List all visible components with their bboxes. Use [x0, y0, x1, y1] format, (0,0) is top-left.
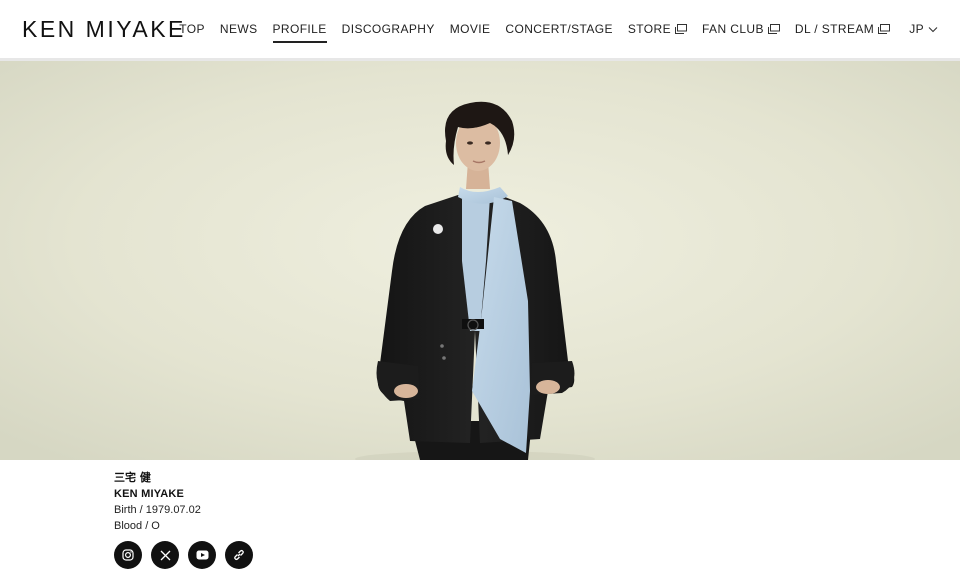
blood-type: Blood / O	[114, 520, 160, 532]
artist-name-japanese: 三宅 健	[114, 471, 151, 484]
nav-top-label: TOP	[179, 22, 205, 36]
site-header: KEN MIYAKE TOP NEWS PROFILE DISCOGRAPHY …	[0, 0, 960, 58]
site-logo[interactable]: KEN MIYAKE	[22, 16, 186, 43]
main-nav: TOP NEWS PROFILE DISCOGRAPHY MOVIE CONCE…	[179, 0, 938, 58]
nav-discography-label: DISCOGRAPHY	[341, 22, 435, 36]
external-window-icon	[674, 24, 687, 34]
profile-info: 三宅 健 KEN MIYAKE Birth / 1979.07.02 Blood…	[114, 470, 201, 534]
nav-concert-stage[interactable]: CONCERT/STAGE	[505, 22, 612, 36]
instagram-link[interactable]	[114, 541, 142, 569]
nav-dl-stream[interactable]: DL / STREAM	[794, 22, 891, 36]
x-link[interactable]	[151, 541, 179, 569]
language-selector[interactable]: JP	[909, 22, 938, 36]
nav-concert-stage-label: CONCERT/STAGE	[505, 22, 613, 36]
language-label: JP	[909, 22, 924, 36]
chevron-down-icon	[928, 22, 938, 36]
artist-portrait-illustration	[0, 61, 960, 460]
nav-news[interactable]: NEWS	[220, 22, 258, 36]
profile-hero-photo	[0, 61, 960, 460]
nav-fan-club[interactable]: FAN CLUB	[702, 22, 780, 36]
social-links	[114, 541, 253, 569]
nav-profile[interactable]: PROFILE	[272, 22, 327, 43]
nav-movie-label: MOVIE	[449, 22, 491, 36]
nav-store[interactable]: STORE	[628, 22, 687, 36]
external-window-icon	[767, 24, 780, 34]
nav-store-label: STORE	[627, 22, 671, 36]
nav-fan-club-label: FAN CLUB	[701, 22, 764, 36]
nav-dl-stream-label: DL / STREAM	[794, 22, 875, 36]
x-icon	[160, 550, 171, 561]
nav-profile-label: PROFILE	[272, 22, 327, 36]
website-link[interactable]	[225, 541, 253, 569]
youtube-link[interactable]	[188, 541, 216, 569]
youtube-icon	[196, 550, 209, 560]
link-icon	[233, 549, 245, 561]
nav-movie[interactable]: MOVIE	[450, 22, 491, 36]
artist-name-english: KEN MIYAKE	[114, 488, 185, 500]
birth-date: Birth / 1979.07.02	[114, 504, 201, 516]
instagram-icon	[122, 549, 134, 561]
nav-top[interactable]: TOP	[179, 22, 205, 36]
nav-discography[interactable]: DISCOGRAPHY	[342, 22, 435, 36]
external-window-icon	[878, 24, 891, 34]
nav-news-label: NEWS	[219, 22, 258, 36]
